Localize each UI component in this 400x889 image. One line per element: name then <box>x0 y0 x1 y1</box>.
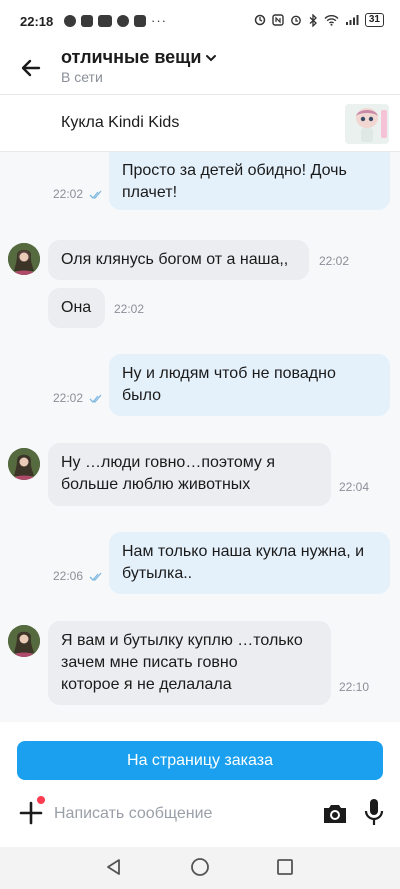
image-icon <box>81 14 93 27</box>
composer: На страницу заказа <box>0 722 400 847</box>
message-time: 22:04 <box>339 480 370 494</box>
nav-home-icon[interactable] <box>190 857 210 877</box>
nfc-icon <box>272 14 284 26</box>
back-arrow-icon[interactable] <box>18 55 44 81</box>
alarm-icon <box>290 15 301 26</box>
seller-name-button[interactable]: отличные вещи <box>61 47 217 68</box>
status-time: 22:18 <box>20 14 54 29</box>
incoming-message[interactable]: Я вам и бутылку куплю …только зачем мне … <box>48 621 331 705</box>
battery-icon: 31 <box>364 13 384 27</box>
go-to-order-button[interactable]: На страницу заказа <box>17 741 383 780</box>
nav-back-icon[interactable] <box>104 857 124 877</box>
seller-name: отличные вещи <box>61 47 202 67</box>
outgoing-message[interactable]: Ну и людям чтоб не повадно было <box>109 354 390 416</box>
nav-recents-icon[interactable] <box>275 857 295 877</box>
counter-icon <box>134 14 146 27</box>
avatar[interactable] <box>8 448 40 480</box>
read-check-icon <box>89 190 102 199</box>
chat-header: отличные вещи В сети <box>0 40 400 94</box>
chat-icon <box>64 14 76 27</box>
chevron-down-icon <box>206 54 217 61</box>
signal-icon <box>345 15 359 25</box>
status-bar: 22:18 ··· 31 <box>0 0 400 40</box>
product-card[interactable]: Кукла Kindi Kids <box>0 94 400 152</box>
message-list[interactable]: Просто за детей обидно! Дочь плачет! 22:… <box>0 152 400 722</box>
avatar[interactable] <box>8 625 40 657</box>
message-input[interactable] <box>54 802 304 826</box>
message-time: 22:10 <box>339 680 370 694</box>
video-icon <box>98 14 112 27</box>
wifi-icon <box>324 15 339 26</box>
message-time: 22:02 <box>53 391 84 405</box>
bluetooth-icon <box>309 13 317 27</box>
message-time: 22:02 <box>53 187 84 201</box>
message-time: 22:02 <box>319 254 350 268</box>
more-notifications-icon: ··· <box>151 13 167 28</box>
incoming-message[interactable]: Ну …люди говно…поэтому я больше люблю жи… <box>48 443 331 506</box>
system-nav-bar <box>0 847 400 889</box>
outgoing-message[interactable]: Просто за детей обидно! Дочь плачет! <box>109 152 390 210</box>
notification-icons: ··· <box>64 13 167 28</box>
notification-dot <box>37 796 45 804</box>
message-time: 22:06 <box>53 569 84 583</box>
read-check-icon <box>89 394 102 403</box>
microphone-icon[interactable] <box>364 798 384 826</box>
message-time: 22:02 <box>114 302 145 316</box>
product-thumbnail <box>345 104 389 144</box>
data-saver-icon <box>254 14 266 26</box>
online-status: В сети <box>61 69 103 85</box>
outgoing-message[interactable]: Нам только наша кукла нужна, и бутылка.. <box>109 532 390 594</box>
camera-icon[interactable] <box>322 801 348 825</box>
read-check-icon <box>89 572 102 581</box>
product-title: Кукла Kindi Kids <box>61 114 180 131</box>
incoming-message[interactable]: Оля клянусь богом от а наша,, <box>48 240 309 280</box>
incoming-message[interactable]: Она <box>48 288 105 328</box>
app-icon <box>117 14 129 27</box>
system-icons: 31 <box>254 13 384 27</box>
avatar[interactable] <box>8 243 40 275</box>
